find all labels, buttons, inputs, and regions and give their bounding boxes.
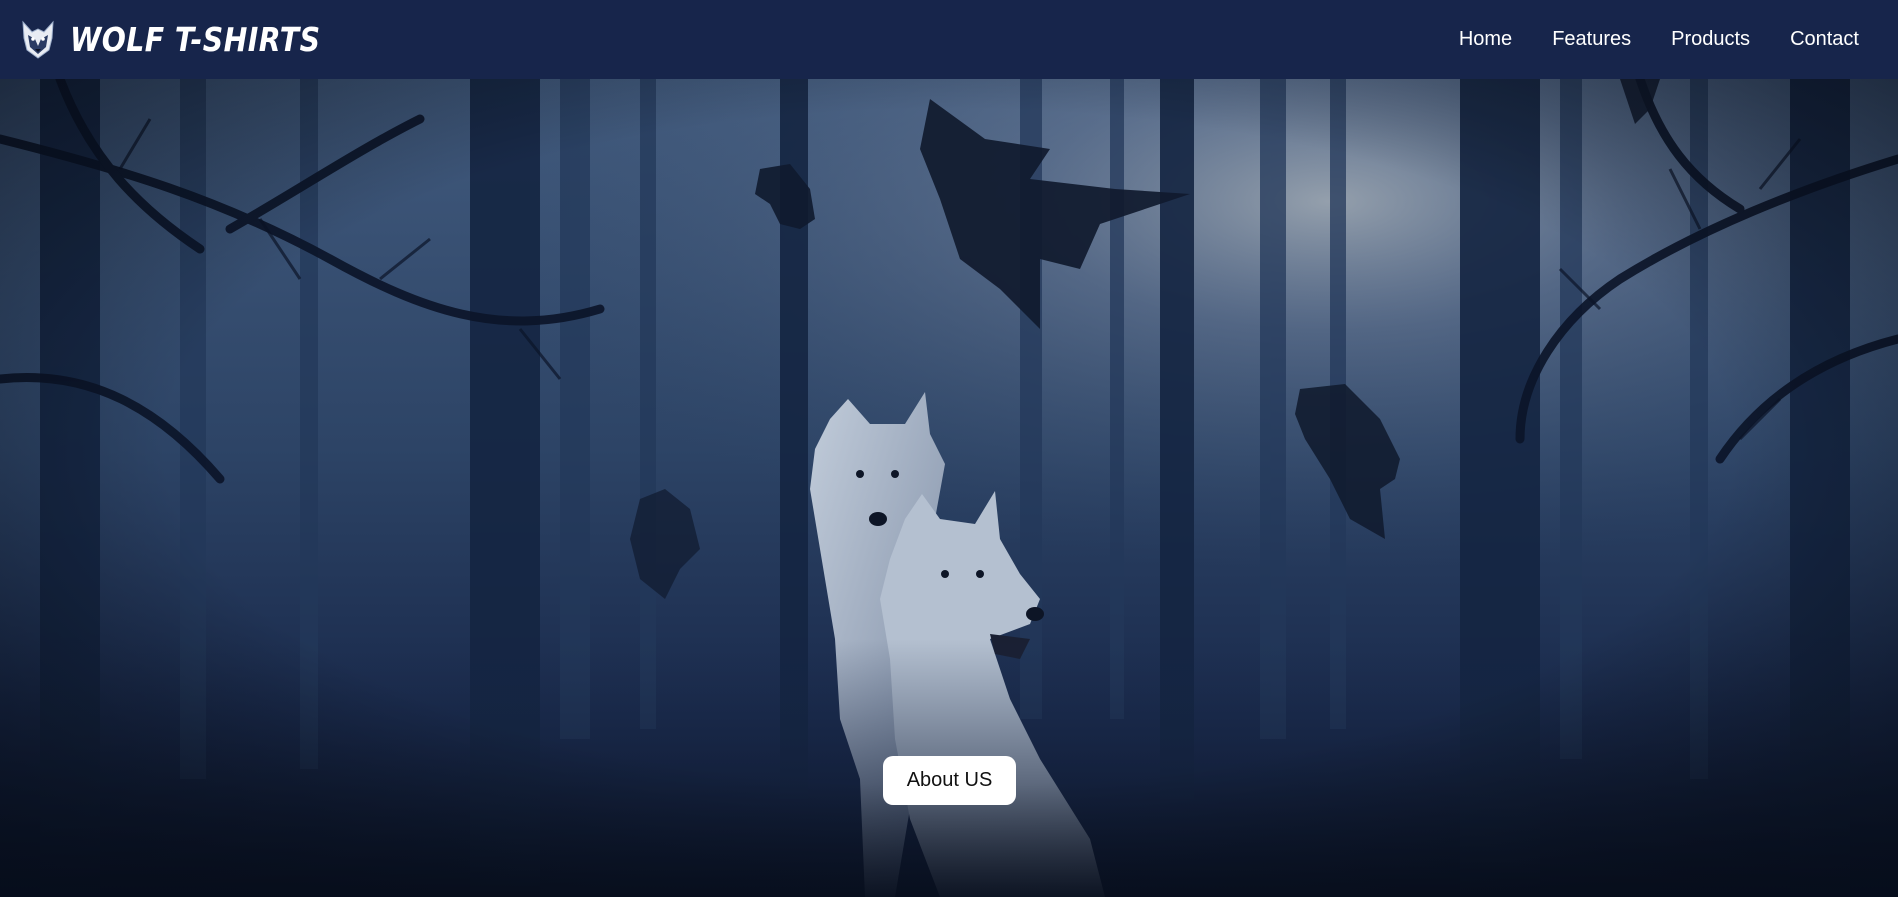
brand-name: WOLF T-SHIRTS bbox=[70, 20, 321, 59]
nav-link-contact[interactable]: Contact bbox=[1790, 28, 1859, 51]
hero-section: About US bbox=[0, 79, 1898, 897]
main-nav: Home Features Products Contact bbox=[1459, 28, 1859, 51]
nav-link-features[interactable]: Features bbox=[1552, 28, 1631, 51]
navbar: WOLF T-SHIRTS Home Features Products Con… bbox=[0, 0, 1898, 79]
wolf-head-icon bbox=[22, 20, 54, 59]
nav-link-products[interactable]: Products bbox=[1671, 28, 1750, 51]
nav-link-home[interactable]: Home bbox=[1459, 28, 1512, 51]
brand[interactable]: WOLF T-SHIRTS bbox=[20, 20, 361, 60]
about-us-button[interactable]: About US bbox=[883, 756, 1016, 805]
